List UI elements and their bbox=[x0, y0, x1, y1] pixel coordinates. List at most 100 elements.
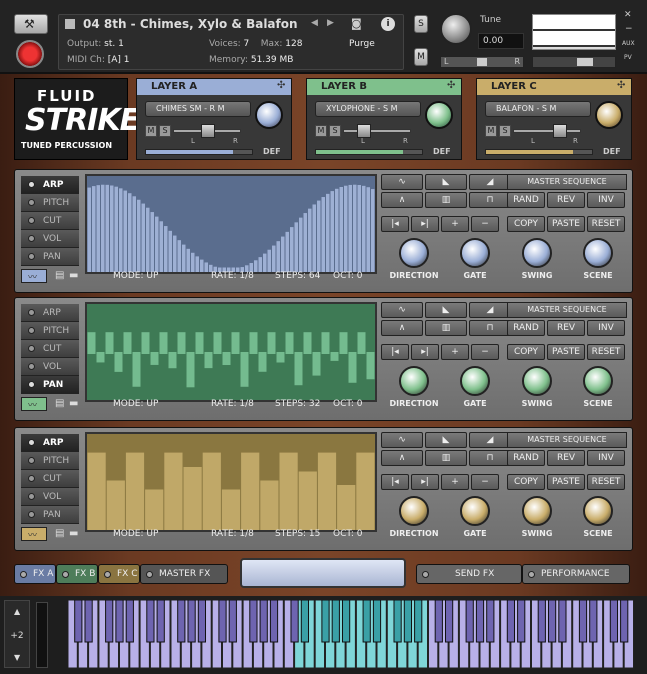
step-bar[interactable] bbox=[164, 452, 183, 530]
black-key[interactable] bbox=[403, 600, 413, 643]
step-bar[interactable] bbox=[303, 213, 308, 272]
black-key[interactable] bbox=[444, 600, 454, 643]
black-key[interactable] bbox=[74, 600, 83, 643]
rate-label[interactable]: RATE: 1/8 bbox=[211, 271, 254, 281]
step-bar[interactable] bbox=[221, 489, 241, 531]
step-bar[interactable] bbox=[330, 191, 335, 272]
steps-label[interactable]: STEPS: 32 bbox=[275, 399, 320, 409]
ramp-up-button[interactable]: ◢ bbox=[469, 174, 511, 190]
wrench-button[interactable]: ⚒ bbox=[14, 14, 48, 34]
rand-button[interactable]: RAND bbox=[507, 320, 545, 336]
master-fx-tab[interactable]: MASTER FX bbox=[140, 564, 228, 584]
waveform-toggle[interactable]: 〰 bbox=[21, 269, 47, 283]
swing-knob[interactable] bbox=[522, 496, 552, 526]
step-bar[interactable] bbox=[159, 221, 164, 272]
gate-knob[interactable] bbox=[460, 496, 490, 526]
tab-arp[interactable]: ARP bbox=[21, 434, 79, 452]
black-key[interactable] bbox=[578, 600, 588, 643]
step-bar[interactable] bbox=[96, 352, 105, 363]
info-icon[interactable]: i bbox=[381, 17, 395, 31]
inv-button[interactable]: INV bbox=[587, 192, 625, 208]
step-bar[interactable] bbox=[258, 257, 263, 272]
save-icon[interactable]: ▤ bbox=[55, 270, 69, 282]
black-key[interactable] bbox=[506, 600, 516, 643]
gate-knob[interactable] bbox=[460, 366, 490, 396]
direction-knob[interactable] bbox=[399, 238, 429, 268]
black-key[interactable] bbox=[146, 600, 155, 643]
shift-right-button[interactable]: ▸| bbox=[411, 474, 439, 490]
step-bar[interactable] bbox=[330, 352, 339, 361]
step-bar[interactable] bbox=[317, 200, 321, 272]
layer-a-solo[interactable]: S bbox=[159, 125, 171, 137]
step-bar[interactable] bbox=[294, 352, 303, 386]
step-bar[interactable] bbox=[362, 185, 366, 272]
master-sequence-button[interactable]: MASTER SEQUENCE bbox=[507, 174, 627, 190]
step-bar[interactable] bbox=[204, 352, 213, 369]
step-bar[interactable] bbox=[321, 332, 330, 354]
layer-b-volume-knob[interactable] bbox=[425, 101, 453, 129]
layer-c-preset-select[interactable]: BALAFON - S M bbox=[485, 101, 591, 117]
rev-button[interactable]: REV bbox=[547, 192, 585, 208]
step-bar[interactable] bbox=[366, 187, 371, 272]
reset-button[interactable]: RESET bbox=[587, 344, 625, 360]
rev-button[interactable]: REV bbox=[547, 450, 585, 466]
max-value[interactable]: 128 bbox=[285, 39, 302, 49]
step-bar[interactable] bbox=[168, 230, 173, 272]
step-bar[interactable] bbox=[119, 188, 123, 272]
step-grid-svg[interactable] bbox=[87, 304, 375, 400]
black-key[interactable] bbox=[362, 600, 371, 643]
tab-pan[interactable]: PAN bbox=[21, 506, 79, 524]
step-bar[interactable] bbox=[114, 352, 123, 372]
sine-shape-button[interactable]: ∿ bbox=[381, 302, 423, 318]
step-bar[interactable] bbox=[366, 352, 375, 380]
step-bar[interactable] bbox=[106, 480, 125, 531]
step-bar[interactable] bbox=[213, 332, 222, 354]
aux-label[interactable]: AUX bbox=[622, 40, 635, 47]
step-bar[interactable] bbox=[145, 489, 164, 531]
layer-c-pan-thumb[interactable] bbox=[553, 124, 567, 138]
shift-left-button[interactable]: |◂ bbox=[381, 216, 409, 232]
layer-a-volume-meter[interactable] bbox=[145, 149, 253, 155]
oct-label[interactable]: OCT: 0 bbox=[333, 271, 363, 281]
copy-button[interactable]: COPY bbox=[507, 216, 545, 232]
oct-label[interactable]: OCT: 0 bbox=[333, 529, 363, 539]
step-bar[interactable] bbox=[285, 332, 294, 354]
direction-knob[interactable] bbox=[399, 366, 429, 396]
step-bar[interactable] bbox=[101, 184, 105, 272]
tab-pitch[interactable]: PITCH bbox=[21, 194, 79, 212]
paste-button[interactable]: PASTE bbox=[547, 474, 585, 490]
layer-a-settings-icon[interactable]: ✣ bbox=[277, 80, 285, 91]
step-bar[interactable] bbox=[87, 187, 92, 272]
inv-button[interactable]: INV bbox=[587, 320, 625, 336]
folder-icon[interactable]: ▬ bbox=[69, 528, 83, 540]
black-key[interactable] bbox=[589, 600, 598, 643]
black-key[interactable] bbox=[475, 600, 485, 643]
fx-a-tab[interactable]: FX A bbox=[14, 564, 56, 584]
tab-cut[interactable]: CUT bbox=[21, 212, 79, 230]
black-key[interactable] bbox=[187, 600, 196, 643]
step-bar[interactable] bbox=[321, 197, 326, 272]
octave-up-icon[interactable]: ▲ bbox=[14, 607, 20, 616]
step-bar[interactable] bbox=[105, 184, 110, 272]
add-step-button[interactable]: + bbox=[441, 344, 469, 360]
save-icon[interactable]: ▤ bbox=[55, 398, 69, 410]
step-bar[interactable] bbox=[285, 231, 290, 272]
layer-a-pan-thumb[interactable] bbox=[201, 124, 215, 138]
black-key[interactable] bbox=[486, 600, 495, 643]
send-fx-tab[interactable]: SEND FX bbox=[416, 564, 522, 584]
black-key[interactable] bbox=[321, 600, 330, 643]
step-bar[interactable] bbox=[279, 452, 298, 530]
black-key[interactable] bbox=[537, 600, 546, 643]
black-key[interactable] bbox=[620, 600, 629, 643]
step-bar[interactable] bbox=[141, 203, 146, 272]
layer-b-mute[interactable]: M bbox=[315, 125, 327, 137]
fx-c-tab[interactable]: FX C bbox=[98, 564, 140, 584]
black-key[interactable] bbox=[414, 600, 423, 643]
mute-button[interactable]: M bbox=[414, 48, 428, 66]
step-bar[interactable] bbox=[299, 217, 303, 272]
ramp-down-button[interactable]: ◣ bbox=[425, 432, 467, 448]
sine-shape-button[interactable]: ∿ bbox=[381, 432, 423, 448]
step-bar[interactable] bbox=[202, 452, 221, 530]
step-bar[interactable] bbox=[263, 253, 267, 272]
step-bar[interactable] bbox=[317, 452, 337, 530]
